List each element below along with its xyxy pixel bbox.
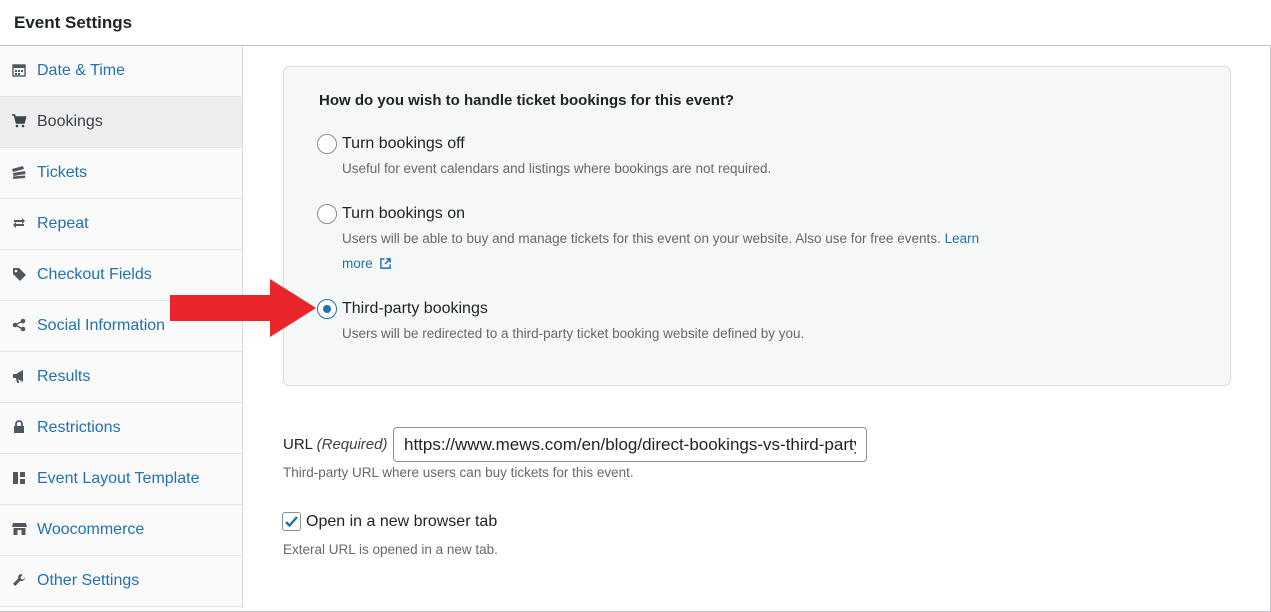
option-label-third-party-bookings[interactable]: Third-party bookings (342, 300, 488, 318)
sidebar-item-label: Checkout Fields (37, 266, 152, 283)
store-icon (11, 521, 27, 537)
url-help-text: Third-party URL where users can buy tick… (283, 465, 634, 480)
sidebar-item-woocommerce[interactable]: Woocommerce (0, 505, 242, 556)
option-desc-third-party-bookings: Users will be redirected to a third-part… (342, 326, 805, 341)
repeat-icon (11, 215, 27, 231)
red-arrow-annotation (170, 279, 316, 337)
sidebar-item-label: Other Settings (37, 572, 140, 589)
sidebar-item-label: Woocommerce (37, 521, 145, 538)
wrench-icon (11, 572, 27, 588)
url-field-label: URL (Required) (283, 436, 388, 453)
layout-icon (11, 470, 27, 486)
sidebar-item-label: Bookings (37, 113, 103, 130)
option-desc-bookings-on: Users will be able to buy and manage tic… (342, 226, 1022, 276)
page-title: Event Settings (14, 13, 133, 32)
sidebar-item-restrictions[interactable]: Restrictions (0, 403, 242, 454)
radio-third-party-bookings[interactable] (317, 299, 337, 319)
learn-more-link-text: Learn (944, 231, 980, 246)
calendar-icon (11, 62, 27, 78)
sidebar-item-event-layout-template[interactable]: Event Layout Template (0, 454, 242, 505)
lock-icon (11, 419, 27, 435)
sidebar-item-label: Repeat (37, 215, 89, 232)
sidebar-item-other-settings[interactable]: Other Settings (0, 556, 242, 607)
radio-bookings-on[interactable] (317, 204, 337, 224)
radio-bookings-off[interactable] (317, 134, 337, 154)
cart-icon (11, 113, 27, 129)
sidebar-item-tickets[interactable]: Tickets (0, 148, 242, 199)
sidebar-item-repeat[interactable]: Repeat (0, 199, 242, 250)
settings-header: Event Settings (0, 0, 1271, 46)
learn-more-link-text-2: more (342, 256, 373, 271)
open-new-tab-label[interactable]: Open in a new browser tab (306, 513, 497, 531)
sidebar-item-label: Event Layout Template (37, 470, 200, 487)
sidebar-item-label: Social Information (37, 317, 166, 334)
external-link-icon (379, 258, 391, 269)
bookings-question: How do you wish to handle ticket booking… (319, 92, 735, 109)
share-icon (11, 317, 27, 333)
sidebar-item-bookings[interactable]: Bookings (0, 97, 242, 148)
megaphone-icon (11, 368, 27, 384)
sidebar-item-label: Date & Time (37, 62, 126, 79)
option-label-bookings-on[interactable]: Turn bookings on (342, 205, 465, 223)
option-label-bookings-off[interactable]: Turn bookings off (342, 135, 465, 153)
sidebar-item-results[interactable]: Results (0, 352, 242, 403)
sidebar-item-label: Results (37, 368, 91, 385)
bookings-options-panel: How do you wish to handle ticket booking… (283, 66, 1231, 386)
open-new-tab-checkbox[interactable] (282, 512, 301, 531)
tickets-icon (11, 164, 27, 180)
url-required-text: (Required) (316, 436, 388, 453)
tag-icon (11, 266, 27, 282)
checkmark-icon (285, 516, 298, 528)
sidebar-item-label: Tickets (37, 164, 88, 181)
open-new-tab-help: Exteral URL is opened in a new tab. (283, 542, 498, 557)
sidebar-item-label: Restrictions (37, 419, 121, 436)
third-party-url-input[interactable] (393, 427, 867, 462)
option-desc-bookings-off: Useful for event calendars and listings … (342, 161, 772, 176)
url-label-text: URL (283, 436, 313, 453)
option-desc-text: Users will be able to buy and manage tic… (342, 231, 941, 246)
sidebar-item-date-time[interactable]: Date & Time (0, 46, 242, 97)
